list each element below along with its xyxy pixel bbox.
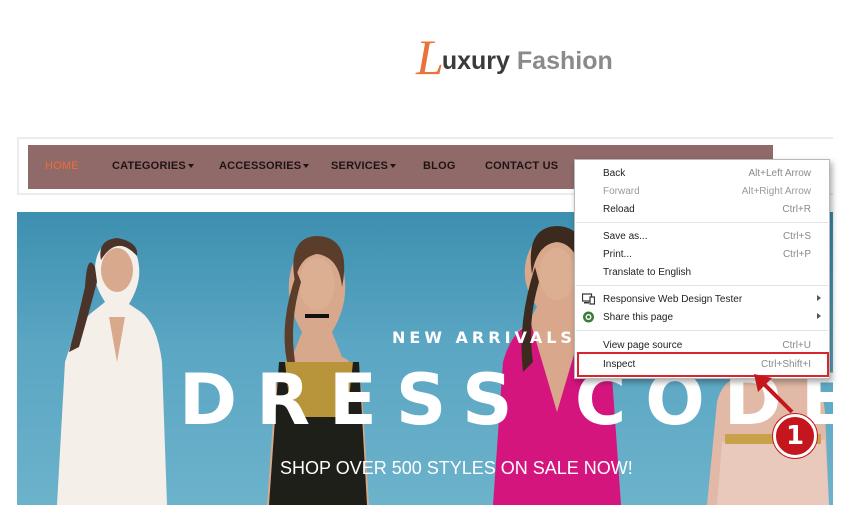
menu-item-forward[interactable]: Forward Alt+Right Arrow xyxy=(575,182,829,200)
submenu-arrow-icon xyxy=(817,295,821,301)
menu-item-reload[interactable]: Reload Ctrl+R xyxy=(575,200,829,218)
menu-item-label: Responsive Web Design Tester xyxy=(603,294,743,305)
menu-item-shortcut: Alt+Right Arrow xyxy=(741,186,811,197)
menu-item-shortcut: Ctrl+S xyxy=(782,231,811,242)
logo-word-1: uxury xyxy=(441,47,510,75)
menu-item-back[interactable]: Back Alt+Left Arrow xyxy=(575,164,829,182)
menu-item-label: Forward xyxy=(603,186,640,197)
nav-item-label: SERVICES xyxy=(331,160,389,172)
annotation-arrow-icon xyxy=(754,374,794,414)
nav-item-blog[interactable]: BLOG xyxy=(423,160,456,172)
menu-item-translate[interactable]: Translate to English xyxy=(575,263,829,281)
nav-item-contact-us[interactable]: CONTACT US xyxy=(485,160,558,172)
menu-item-save-as[interactable]: Save as... Ctrl+S xyxy=(575,227,829,245)
nav-item-services[interactable]: SERVICES xyxy=(331,160,397,172)
step-number-badge: 1 xyxy=(773,414,817,458)
nav-item-label: ACCESSORIES xyxy=(219,160,302,172)
context-menu: Back Alt+Left Arrow Forward Alt+Right Ar… xyxy=(574,159,830,379)
nav-item-label: CATEGORIES xyxy=(112,160,186,172)
share-icon xyxy=(583,311,594,323)
menu-item-share-page[interactable]: Share this page xyxy=(575,308,829,326)
caret-down-icon xyxy=(303,164,310,169)
responsive-tester-icon xyxy=(582,293,595,305)
menu-item-label: Translate to English xyxy=(603,267,692,278)
menu-item-print[interactable]: Print... Ctrl+P xyxy=(575,245,829,263)
menu-separator xyxy=(576,285,828,286)
menu-item-label: Reload xyxy=(603,204,635,215)
nav-item-categories[interactable]: CATEGORIES xyxy=(112,160,194,172)
menu-item-shortcut: Alt+Left Arrow xyxy=(748,168,811,179)
nav-item-accessories[interactable]: ACCESSORIES xyxy=(219,160,310,172)
site-logo[interactable]: L uxury Fashion xyxy=(416,28,613,85)
nav-item-home[interactable]: HOME xyxy=(45,160,79,172)
menu-item-shortcut: Ctrl+R xyxy=(782,204,811,215)
caret-down-icon xyxy=(390,164,397,169)
menu-separator xyxy=(576,330,828,331)
hero-subtitle: NEW ARRIVALS xyxy=(392,328,576,347)
menu-item-shortcut: Ctrl+U xyxy=(782,340,811,351)
menu-item-label: Back xyxy=(603,168,626,179)
menu-item-label: Share this page xyxy=(603,312,674,323)
caret-down-icon xyxy=(187,164,194,169)
menu-item-label: Print... xyxy=(603,249,632,260)
menu-item-label: Save as... xyxy=(603,231,648,242)
submenu-arrow-icon xyxy=(817,313,821,319)
menu-item-shortcut: Ctrl+P xyxy=(782,249,811,260)
hero-tagline: SHOP OVER 500 STYLES ON SALE NOW! xyxy=(280,458,633,478)
menu-item-label: View page source xyxy=(603,340,683,351)
logo-word-2: Fashion xyxy=(516,47,613,75)
logo-initial: L xyxy=(416,29,444,85)
menu-separator xyxy=(576,222,828,223)
menu-item-responsive-tester[interactable]: Responsive Web Design Tester xyxy=(575,290,829,308)
